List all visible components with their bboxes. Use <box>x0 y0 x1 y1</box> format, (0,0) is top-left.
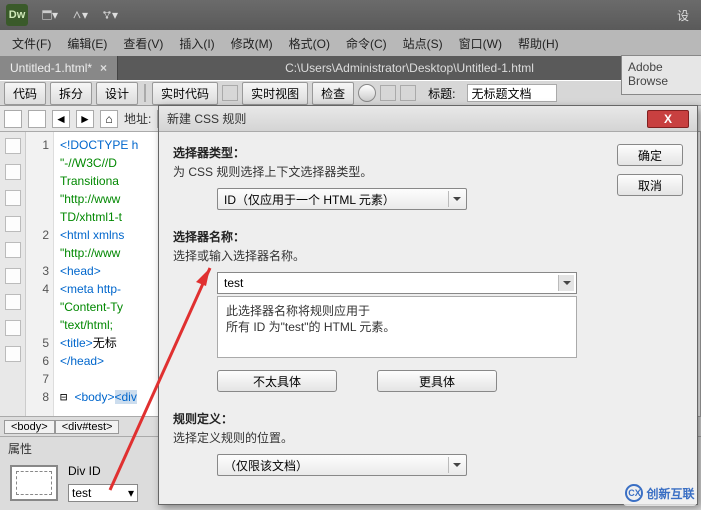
menu-edit[interactable]: 编辑(E) <box>61 33 113 54</box>
menu-window[interactable]: 窗口(W) <box>453 33 508 54</box>
title-label: 标题: <box>420 83 463 104</box>
addr-icon-2[interactable] <box>28 110 46 128</box>
app-logo: Dw <box>6 4 28 26</box>
chevron-down-icon <box>448 457 464 473</box>
div-preview-swatch[interactable] <box>10 465 58 501</box>
live-view-button[interactable]: 实时视图 <box>242 82 308 105</box>
view-toolbar: 代码 拆分 设计 实时代码 实时视图 检查 标题: 无标题文档 <box>0 80 701 106</box>
view-code-button[interactable]: 代码 <box>4 82 46 105</box>
ok-button[interactable]: 确定 <box>617 144 683 166</box>
gutter-tool-5[interactable] <box>5 242 21 258</box>
document-tabs: Untitled-1.html* × C:\Users\Administrato… <box>0 56 701 80</box>
menu-modify[interactable]: 修改(M) <box>225 33 279 54</box>
dialog-title-text: 新建 CSS 规则 <box>167 110 246 127</box>
gutter-tool-6[interactable] <box>5 268 21 284</box>
dialog-titlebar[interactable]: 新建 CSS 规则 X <box>159 106 697 132</box>
menu-format[interactable]: 格式(O) <box>283 33 336 54</box>
refresh-icon[interactable] <box>380 85 396 101</box>
watermark: CX创新互联 <box>623 480 697 506</box>
document-tab-active[interactable]: Untitled-1.html* × <box>0 56 118 80</box>
menu-bar: 文件(F) 编辑(E) 查看(V) 插入(I) 修改(M) 格式(O) 命令(C… <box>0 30 701 56</box>
gutter-tool-7[interactable] <box>5 294 21 310</box>
less-specific-button[interactable]: 不太具体 <box>217 370 337 392</box>
addr-icon-1[interactable] <box>4 110 22 128</box>
nav-icon[interactable] <box>400 85 416 101</box>
separator <box>144 84 146 102</box>
tool-icon-2[interactable]: ▾ <box>102 7 118 23</box>
tag-body[interactable]: <body> <box>4 420 55 434</box>
menu-view[interactable]: 查看(V) <box>117 33 169 54</box>
document-path: C:\Users\Administrator\Desktop\Untitled-… <box>118 56 701 80</box>
selector-type-combo[interactable]: ID（仅应用于一个 HTML 元素） <box>217 188 467 210</box>
new-css-rule-dialog: 新建 CSS 规则 X 选择器类型： 为 CSS 规则选择上下文选择器类型。 I… <box>158 105 698 505</box>
right-panel-header[interactable]: Adobe Browse <box>621 55 701 95</box>
tab-close-icon[interactable]: × <box>100 61 107 75</box>
rule-def-combo[interactable]: （仅限该文档） <box>217 454 467 476</box>
app-titlebar: Dw ▾ ▾ ▾ 设 <box>0 0 701 30</box>
gutter-tool-8[interactable] <box>5 320 21 336</box>
menu-cmd[interactable]: 命令(C) <box>340 33 393 54</box>
chevron-down-icon <box>448 191 464 207</box>
live-code-icon[interactable] <box>222 85 238 101</box>
home-icon[interactable]: ⌂ <box>100 110 118 128</box>
cancel-button[interactable]: 取消 <box>617 174 683 196</box>
view-split-button[interactable]: 拆分 <box>50 82 92 105</box>
gutter-tool-4[interactable] <box>5 216 21 232</box>
titlebar-right-text: 设 <box>677 7 689 24</box>
divid-combo[interactable]: test▾ <box>68 484 138 502</box>
inspect-button[interactable]: 检查 <box>312 82 354 105</box>
selector-name-desc: 选择或输入选择器名称。 <box>173 247 607 264</box>
selector-info-box: 此选择器名称将规则应用于 所有 ID 为"test"的 HTML 元素。 <box>217 296 577 358</box>
gutter-tool-2[interactable] <box>5 164 21 180</box>
menu-site[interactable]: 站点(S) <box>397 33 449 54</box>
divid-label: Div ID <box>68 464 138 478</box>
more-specific-button[interactable]: 更具体 <box>377 370 497 392</box>
view-design-button[interactable]: 设计 <box>96 82 138 105</box>
rule-def-desc: 选择定义规则的位置。 <box>173 429 607 446</box>
rule-def-title: 规则定义： <box>173 410 607 427</box>
layout-icon[interactable]: ▾ <box>42 7 58 23</box>
address-label: 地址: <box>124 110 151 127</box>
title-input[interactable]: 无标题文档 <box>467 84 557 102</box>
selector-type-title: 选择器类型： <box>173 144 607 161</box>
chevron-down-icon <box>558 275 574 291</box>
menu-insert[interactable]: 插入(I) <box>173 33 220 54</box>
selector-name-title: 选择器名称： <box>173 228 607 245</box>
tab-label: Untitled-1.html* <box>10 61 92 75</box>
selector-name-input[interactable]: test <box>217 272 577 294</box>
menu-help[interactable]: 帮助(H) <box>512 33 565 54</box>
tool-icon-1[interactable]: ▾ <box>72 7 88 23</box>
globe-icon[interactable] <box>358 84 376 102</box>
selector-type-desc: 为 CSS 规则选择上下文选择器类型。 <box>173 163 607 180</box>
nav-fwd-icon[interactable]: ► <box>76 110 94 128</box>
dialog-close-button[interactable]: X <box>647 110 689 128</box>
nav-back-icon[interactable]: ◄ <box>52 110 70 128</box>
gutter-tool-9[interactable] <box>5 346 21 362</box>
menu-file[interactable]: 文件(F) <box>6 33 57 54</box>
gutter-tool-1[interactable] <box>5 138 21 154</box>
live-code-button[interactable]: 实时代码 <box>152 82 218 105</box>
gutter-tool-3[interactable] <box>5 190 21 206</box>
tag-div-test[interactable]: <div#test> <box>55 420 120 434</box>
